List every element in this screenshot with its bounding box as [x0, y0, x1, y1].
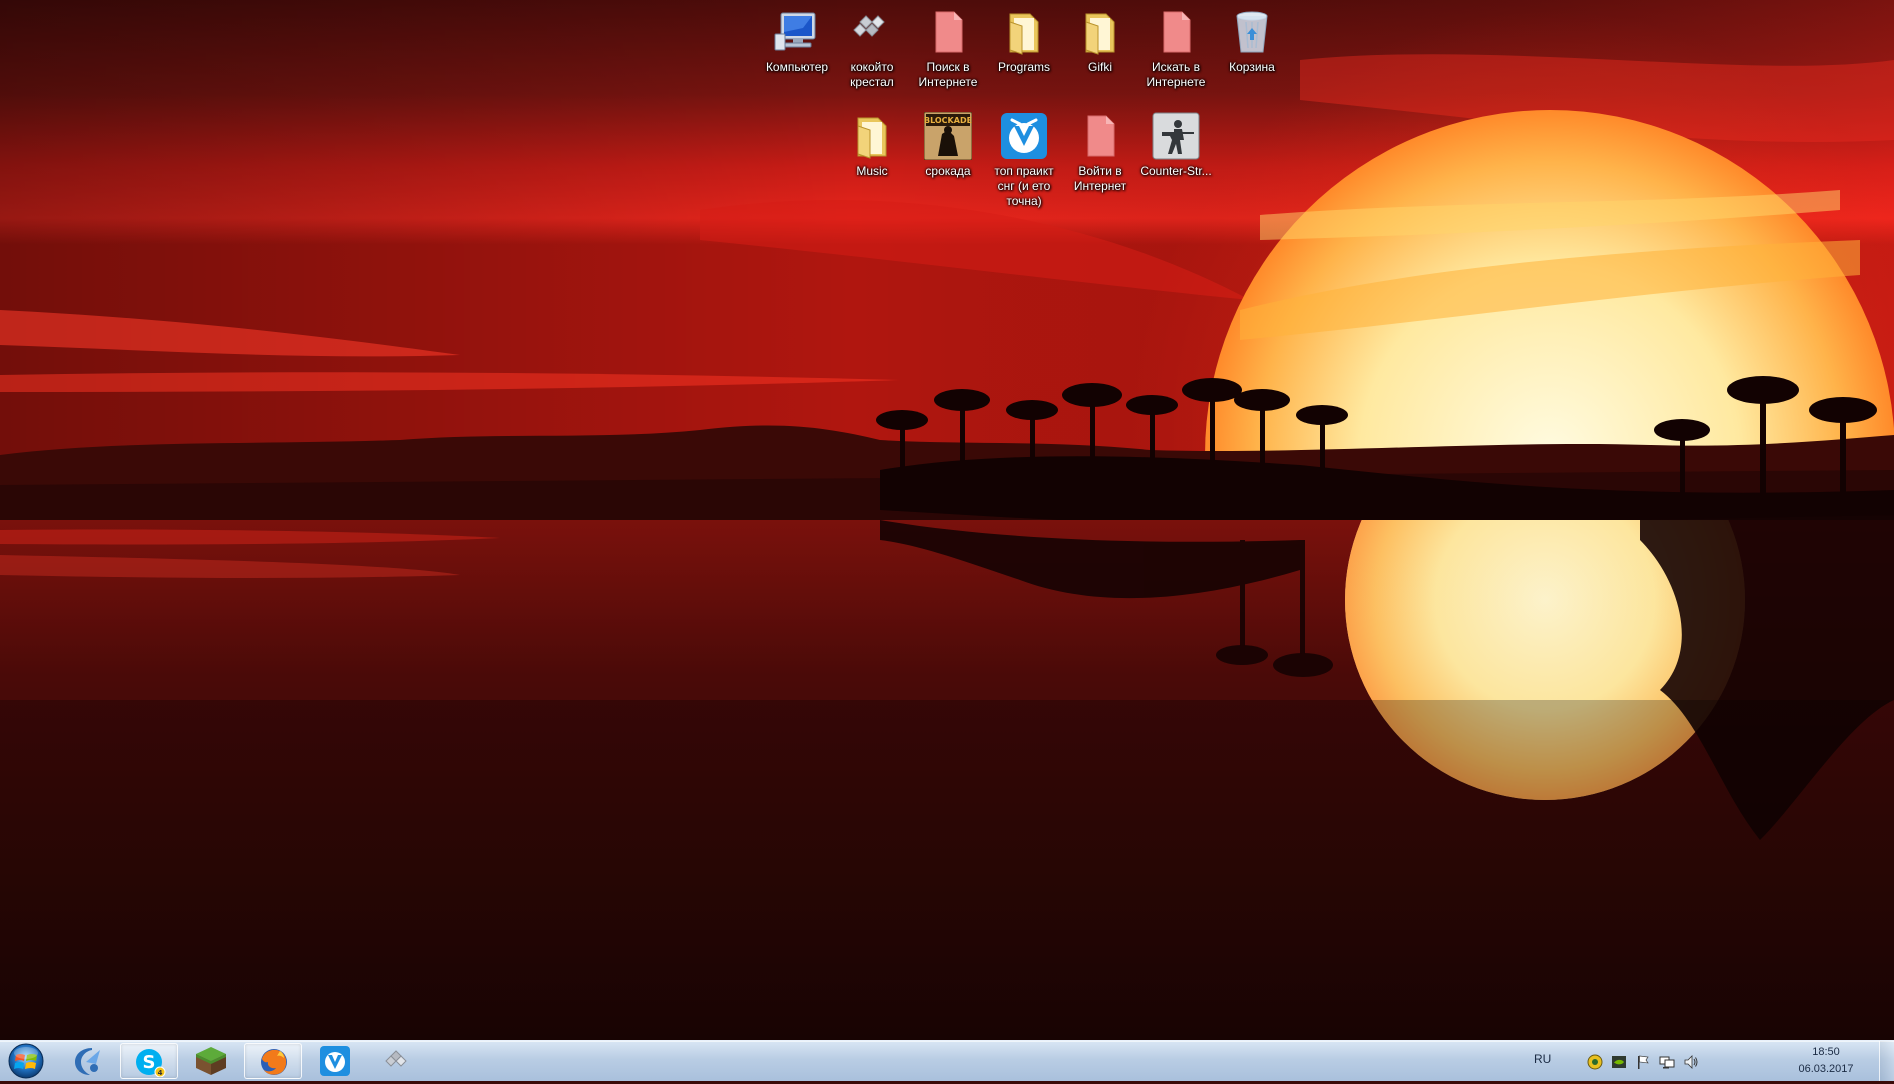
flag-icon[interactable]: [1635, 1054, 1651, 1070]
svg-text:BLOCKADE: BLOCKADE: [924, 116, 972, 125]
desktop-icon-programs[interactable]: Programs: [984, 8, 1064, 75]
taskbar-launcher[interactable]: [58, 1043, 116, 1079]
desktop-icon-label: Gifki: [1088, 60, 1112, 74]
desktop-icon-label: кокойто крестал: [850, 60, 894, 89]
clock[interactable]: 18:50 06.03.2017: [1794, 1044, 1858, 1078]
file-icon: [924, 8, 972, 56]
crystal-icon: [385, 1050, 407, 1067]
desktop-icon-blockade[interactable]: BLOCKADE срокада: [908, 111, 988, 179]
desktop-icon-label: срокада: [925, 164, 971, 178]
desktop-icon-label: Корзина: [1229, 60, 1275, 74]
taskbar-skype[interactable]: S 4: [120, 1043, 178, 1079]
desktop-icon-label: Компьютер: [765, 60, 829, 74]
crystal-icon: [848, 8, 896, 56]
svg-text:4: 4: [158, 1069, 163, 1077]
desktop-icon-label: Music: [856, 164, 888, 178]
file-icon: [1152, 8, 1200, 56]
desktop-icon-counter-strike[interactable]: Counter-Str...: [1136, 112, 1216, 179]
taskbar-minecraft[interactable]: [182, 1043, 240, 1079]
file-icon: [1076, 112, 1124, 160]
clock-date: 06.03.2017: [1798, 1063, 1854, 1075]
firefox-icon: [261, 1049, 287, 1075]
desktop-icon-search-web[interactable]: Искать в Интернете: [1136, 8, 1216, 90]
minecraft-icon: [196, 1047, 226, 1075]
windows-orb-icon: [8, 1043, 44, 1079]
desktop-icon-search-internet[interactable]: Поиск в Интернете: [908, 8, 988, 90]
volume-icon[interactable]: [1683, 1054, 1699, 1070]
desktop-icon-computer[interactable]: Компьютер: [757, 8, 837, 75]
desktop-icon-label: Programs: [997, 60, 1050, 74]
recycle-bin-icon: [1228, 8, 1276, 56]
start-button[interactable]: [2, 1043, 50, 1079]
desktop-icon-label: Искать в Интернете: [1146, 60, 1206, 89]
language-indicator[interactable]: RU: [1534, 1052, 1551, 1066]
computer-icon: [773, 8, 821, 56]
taskbar-vime[interactable]: [306, 1043, 364, 1079]
desktop-icon-crystal[interactable]: кокойто крестал: [832, 8, 912, 90]
app-tray-icon[interactable]: [1587, 1054, 1603, 1070]
vime-icon: [320, 1046, 350, 1076]
system-tray: RU 18:50 06.03.2017: [1494, 1041, 1894, 1081]
taskbar-firefox[interactable]: [244, 1043, 302, 1079]
nvidia-icon[interactable]: [1611, 1054, 1627, 1070]
launcher-icon: [75, 1048, 100, 1075]
show-desktop-button[interactable]: [1879, 1041, 1894, 1081]
desktop-icon-label: Поиск в Интернете: [918, 60, 978, 89]
counter-strike-icon: [1152, 112, 1200, 160]
skype-icon: S 4: [136, 1049, 166, 1077]
clock-time: 18:50: [1812, 1046, 1840, 1058]
desktop-icon-gifki[interactable]: Gifki: [1060, 8, 1140, 75]
taskbar-crystal[interactable]: [368, 1043, 426, 1079]
folder-icon: [848, 112, 896, 160]
network-icon[interactable]: [1659, 1054, 1675, 1070]
folder-icon: [1000, 8, 1048, 56]
game-icon: BLOCKADE: [923, 111, 973, 161]
desktop-icon-music[interactable]: Music: [832, 112, 912, 179]
desktop-icon-label: Counter-Str...: [1140, 164, 1212, 178]
taskbar: S 4 RU 18:50 06.03.2017: [0, 1040, 1894, 1081]
desktop-icon-recycle-bin[interactable]: Корзина: [1212, 8, 1292, 75]
folder-icon: [1076, 8, 1124, 56]
desktop-icon-label: Войти в Интернет: [1073, 164, 1127, 193]
desktop-icon-login-internet[interactable]: Войти в Интернет: [1060, 112, 1140, 194]
desktop-icon-label: топ праикт снг (и ето точна): [994, 164, 1054, 208]
desktop-icon-vime[interactable]: топ праикт снг (и ето точна): [984, 112, 1064, 209]
vime-icon: [1000, 112, 1048, 160]
svg-text:S: S: [143, 1052, 156, 1073]
